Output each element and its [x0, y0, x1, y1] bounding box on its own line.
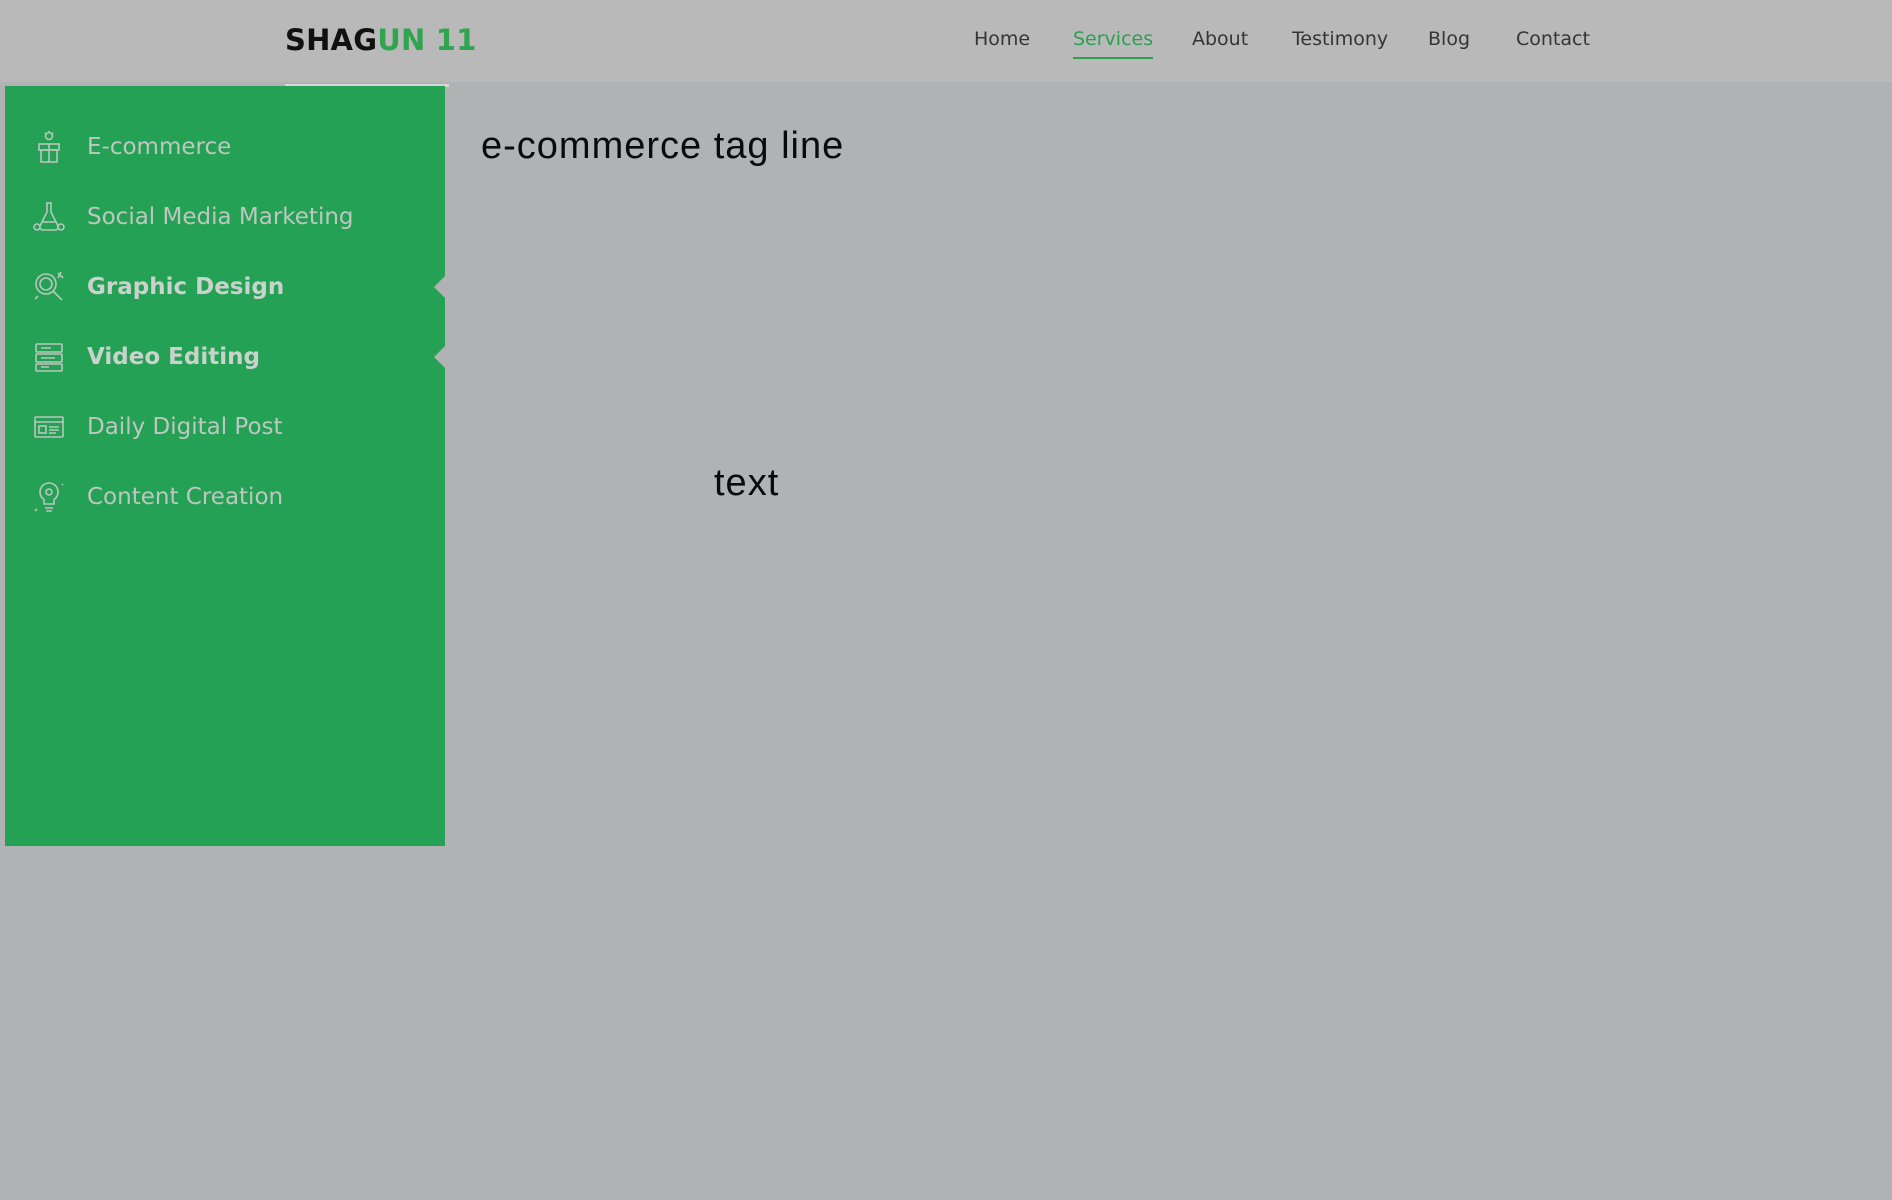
card-list-icon — [32, 410, 66, 444]
nav-services[interactable]: Services — [1073, 26, 1154, 59]
active-pointer — [434, 274, 447, 300]
sidebar-item-ecommerce[interactable]: E-commerce — [5, 116, 445, 176]
top-navbar: SHAGUN 11 Home Services About Testimony … — [0, 0, 1892, 82]
main-nav: Home Services About Testimony Blog Conta… — [0, 26, 1892, 66]
nav-about[interactable]: About — [1192, 26, 1248, 52]
nav-blog[interactable]: Blog — [1428, 26, 1470, 52]
nav-contact[interactable]: Contact — [1516, 26, 1590, 52]
content-text: text — [714, 462, 780, 504]
video-stack-icon — [32, 340, 66, 374]
idea-bulb-icon — [32, 480, 66, 514]
sidebar-item-video-editing[interactable]: Video Editing — [5, 326, 447, 386]
gift-box-icon — [32, 130, 66, 164]
sidebar-item-graphic-design[interactable]: Graphic Design — [5, 256, 447, 316]
sidebar-item-label: E-commerce — [87, 134, 232, 160]
services-sidebar: E-commerce Social Media Marketing Graphi… — [5, 86, 447, 846]
sidebar-item-social-media-marketing[interactable]: Social Media Marketing — [5, 186, 445, 246]
sidebar-item-daily-digital-post[interactable]: Daily Digital Post — [5, 396, 445, 456]
lab-flask-icon — [32, 200, 66, 234]
active-pointer — [434, 344, 447, 370]
sidebar-item-label: Video Editing — [87, 344, 260, 370]
sidebar-item-label: Graphic Design — [87, 274, 285, 300]
sidebar-item-label: Content Creation — [87, 484, 284, 510]
sidebar-item-label: Daily Digital Post — [87, 414, 283, 440]
sidebar-item-label: Social Media Marketing — [87, 204, 354, 230]
nav-testimony[interactable]: Testimony — [1292, 26, 1388, 52]
nav-home[interactable]: Home — [974, 26, 1030, 52]
sidebar-item-content-creation[interactable]: Content Creation — [5, 466, 445, 526]
magnifier-analytics-icon — [32, 270, 66, 304]
content-title: e-commerce tag line — [481, 125, 845, 167]
